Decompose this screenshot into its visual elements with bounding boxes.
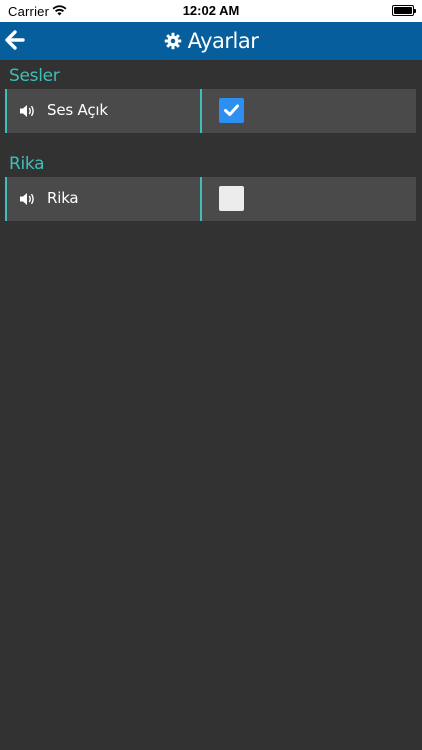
speaker-icon [20,193,34,205]
row-accent-bar [5,177,7,221]
section-title-sesler: Sesler [9,66,60,86]
row-label-ses-acik: Ses Açık [47,101,108,119]
setting-row-ses-acik: Ses Açık [5,89,416,133]
gear-icon [164,32,181,50]
row-label-rika: Rika [47,189,79,207]
title-group: Ayarlar [0,22,422,60]
nav-header: Ayarlar [0,22,422,60]
speaker-icon [20,105,34,117]
rika-checkbox[interactable] [219,186,244,211]
ses-acik-checkbox[interactable] [219,98,244,123]
section-title-rika: Rika [9,154,45,174]
row-accent-bar [5,89,7,133]
status-bar: Carrier 12:02 AM [0,0,422,22]
check-icon [224,104,239,116]
page-title: Ayarlar [187,29,259,53]
row-divider [200,177,202,221]
row-divider [200,89,202,133]
battery-icon [392,5,416,16]
setting-row-rika: Rika [5,177,416,221]
clock: 12:02 AM [182,3,240,18]
